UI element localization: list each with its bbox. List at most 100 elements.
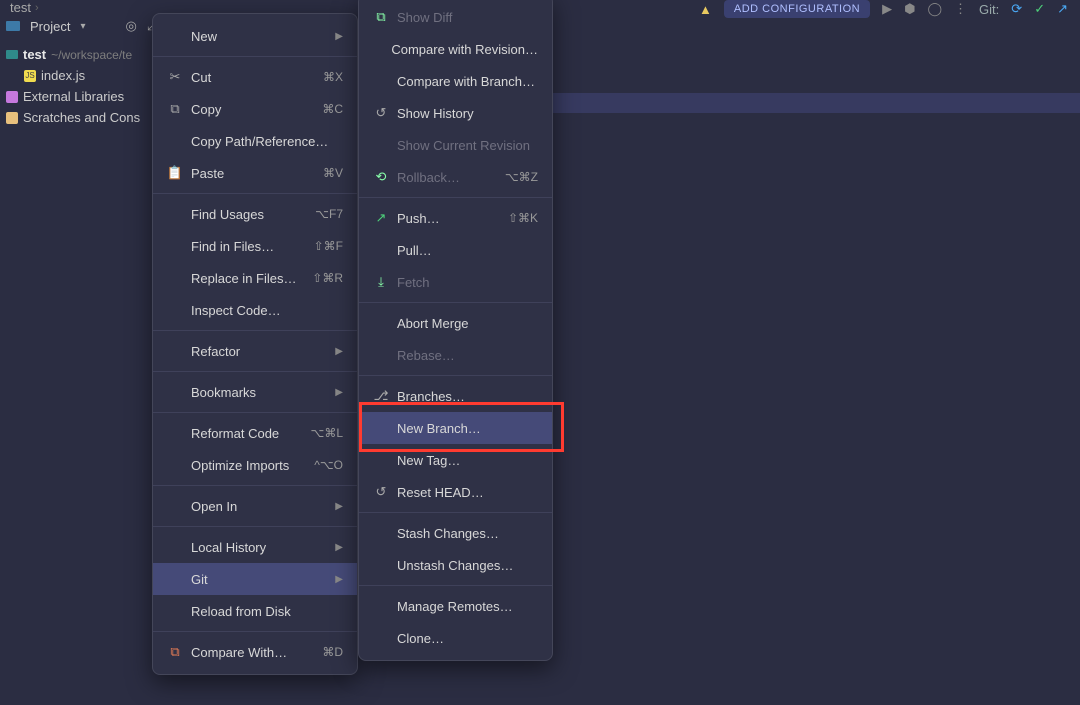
chevron-right-icon: ▶ <box>335 31 343 42</box>
menu-stash[interactable]: Stash Changes… <box>359 517 552 549</box>
menu-rollback: ⟲ Rollback… ⌥⌘Z <box>359 161 552 193</box>
menu-separator <box>153 526 357 527</box>
menu-optimize-imports[interactable]: Optimize Imports ^⌥O <box>153 449 357 481</box>
menu-reformat-code[interactable]: Reformat Code ⌥⌘L <box>153 417 357 449</box>
menu-local-history[interactable]: Local History ▶ <box>153 531 357 563</box>
menu-separator <box>153 56 357 57</box>
menu-manage-remotes[interactable]: Manage Remotes… <box>359 590 552 622</box>
scratches-icon <box>6 112 18 124</box>
menu-separator <box>153 412 357 413</box>
paste-icon: 📋 <box>167 165 183 181</box>
menu-copy[interactable]: ⧉ Copy ⌘C <box>153 93 357 125</box>
menu-separator <box>359 585 552 586</box>
menu-find-in-files[interactable]: Find in Files… ⇧⌘F <box>153 230 357 262</box>
compare-icon: ⧉ <box>167 644 183 660</box>
history-icon: ↺ <box>373 105 389 121</box>
project-tree: test ~/workspace/te JS index.js External… <box>0 44 152 128</box>
menu-compare-revision[interactable]: Compare with Revision… <box>359 33 552 65</box>
chevron-down-icon[interactable]: ▾ <box>80 21 85 32</box>
menu-separator <box>359 197 552 198</box>
menu-separator <box>153 371 357 372</box>
menu-rebase: Rebase… <box>359 339 552 371</box>
chevron-right-icon: ▶ <box>335 542 343 553</box>
chevron-right-icon: ▶ <box>335 501 343 512</box>
project-toolbar: Project ▾ ◎ ⤢ <box>6 18 157 34</box>
library-icon <box>6 91 18 103</box>
tree-file-name: index.js <box>41 68 85 83</box>
menu-show-history[interactable]: ↺ Show History <box>359 97 552 129</box>
menu-reload-from-disk[interactable]: Reload from Disk <box>153 595 357 627</box>
menu-show-diff: ⧉ Show Diff <box>359 1 552 33</box>
menu-inspect-code[interactable]: Inspect Code… <box>153 294 357 326</box>
tree-root-name: test <box>23 47 46 62</box>
menu-refactor[interactable]: Refactor ▶ <box>153 335 357 367</box>
more-icon[interactable]: ⋮ <box>954 1 967 17</box>
menu-abort-merge[interactable]: Abort Merge <box>359 307 552 339</box>
menu-new-tag[interactable]: New Tag… <box>359 444 552 476</box>
context-menu-git: ⧉ Show Diff Compare with Revision… Compa… <box>358 0 553 661</box>
diff-icon: ⧉ <box>373 9 389 25</box>
menu-reset-head[interactable]: ↺ Reset HEAD… <box>359 476 552 508</box>
rollback-icon: ⟲ <box>373 169 389 185</box>
tree-extlib-label: External Libraries <box>23 89 124 104</box>
menu-bookmarks[interactable]: Bookmarks ▶ <box>153 376 357 408</box>
menu-new-branch[interactable]: New Branch… <box>359 412 552 444</box>
menu-separator <box>153 193 357 194</box>
menu-clone[interactable]: Clone… <box>359 622 552 654</box>
menu-new[interactable]: New ▶ <box>153 20 357 52</box>
stop-icon[interactable]: ◯ <box>927 1 942 17</box>
menu-fetch: ⤓ Fetch <box>359 266 552 298</box>
menu-separator <box>359 512 552 513</box>
fetch-icon: ⤓ <box>373 274 389 290</box>
chevron-right-icon: ▶ <box>335 346 343 357</box>
tree-external-libraries[interactable]: External Libraries <box>0 86 152 107</box>
menu-replace-in-files[interactable]: Replace in Files… ⇧⌘R <box>153 262 357 294</box>
folder-icon <box>6 50 18 59</box>
add-configuration-button[interactable]: ADD CONFIGURATION <box>724 0 870 18</box>
project-label[interactable]: Project <box>30 19 70 34</box>
menu-separator <box>359 375 552 376</box>
reset-icon: ↺ <box>373 484 389 500</box>
menu-find-usages[interactable]: Find Usages ⌥F7 <box>153 198 357 230</box>
tree-root[interactable]: test ~/workspace/te <box>0 44 152 65</box>
run-icon[interactable]: ▶ <box>882 1 892 17</box>
chevron-right-icon: › <box>35 2 39 14</box>
branch-icon: ⎇ <box>373 388 389 404</box>
menu-show-current-revision: Show Current Revision <box>359 129 552 161</box>
menu-compare-branch[interactable]: Compare with Branch… <box>359 65 552 97</box>
menu-git[interactable]: Git ▶ <box>153 563 357 595</box>
tree-scratches-label: Scratches and Cons <box>23 110 140 125</box>
update-icon[interactable]: ⟳ <box>1011 1 1022 17</box>
commit-icon[interactable]: ✓ <box>1034 1 1045 17</box>
js-icon: JS <box>24 70 36 82</box>
toolbar-right: ▲ ADD CONFIGURATION ▶ ⬢ ◯ ⋮ Git: ⟳ ✓ ↗ <box>699 0 1068 18</box>
menu-push[interactable]: ↗ Push… ⇧⌘K <box>359 202 552 234</box>
git-label: Git: <box>979 2 999 17</box>
menu-separator <box>359 302 552 303</box>
menu-cut[interactable]: ✂ Cut ⌘X <box>153 61 357 93</box>
folder-icon <box>6 21 20 31</box>
context-menu-main: New ▶ ✂ Cut ⌘X ⧉ Copy ⌘C Copy Path/Refer… <box>152 13 358 675</box>
menu-paste[interactable]: 📋 Paste ⌘V <box>153 157 357 189</box>
chevron-right-icon: ▶ <box>335 387 343 398</box>
menu-pull[interactable]: Pull… <box>359 234 552 266</box>
push-icon: ↗ <box>373 210 389 226</box>
breadcrumb-root[interactable]: test <box>10 0 31 15</box>
menu-separator <box>153 330 357 331</box>
target-icon[interactable]: ◎ <box>126 18 137 34</box>
warning-icon[interactable]: ▲ <box>699 2 712 17</box>
copy-icon: ⧉ <box>167 101 183 117</box>
breadcrumb: test › <box>10 0 39 15</box>
chevron-right-icon: ▶ <box>335 574 343 585</box>
tree-file[interactable]: JS index.js <box>0 65 152 86</box>
menu-compare-with[interactable]: ⧉ Compare With… ⌘D <box>153 636 357 668</box>
debug-icon[interactable]: ⬢ <box>904 1 915 17</box>
menu-unstash[interactable]: Unstash Changes… <box>359 549 552 581</box>
tree-scratches[interactable]: Scratches and Cons <box>0 107 152 128</box>
cut-icon: ✂ <box>167 69 183 85</box>
menu-copy-path[interactable]: Copy Path/Reference… <box>153 125 357 157</box>
menu-branches[interactable]: ⎇ Branches… <box>359 380 552 412</box>
push-icon[interactable]: ↗ <box>1057 1 1068 17</box>
menu-separator <box>153 485 357 486</box>
menu-open-in[interactable]: Open In ▶ <box>153 490 357 522</box>
